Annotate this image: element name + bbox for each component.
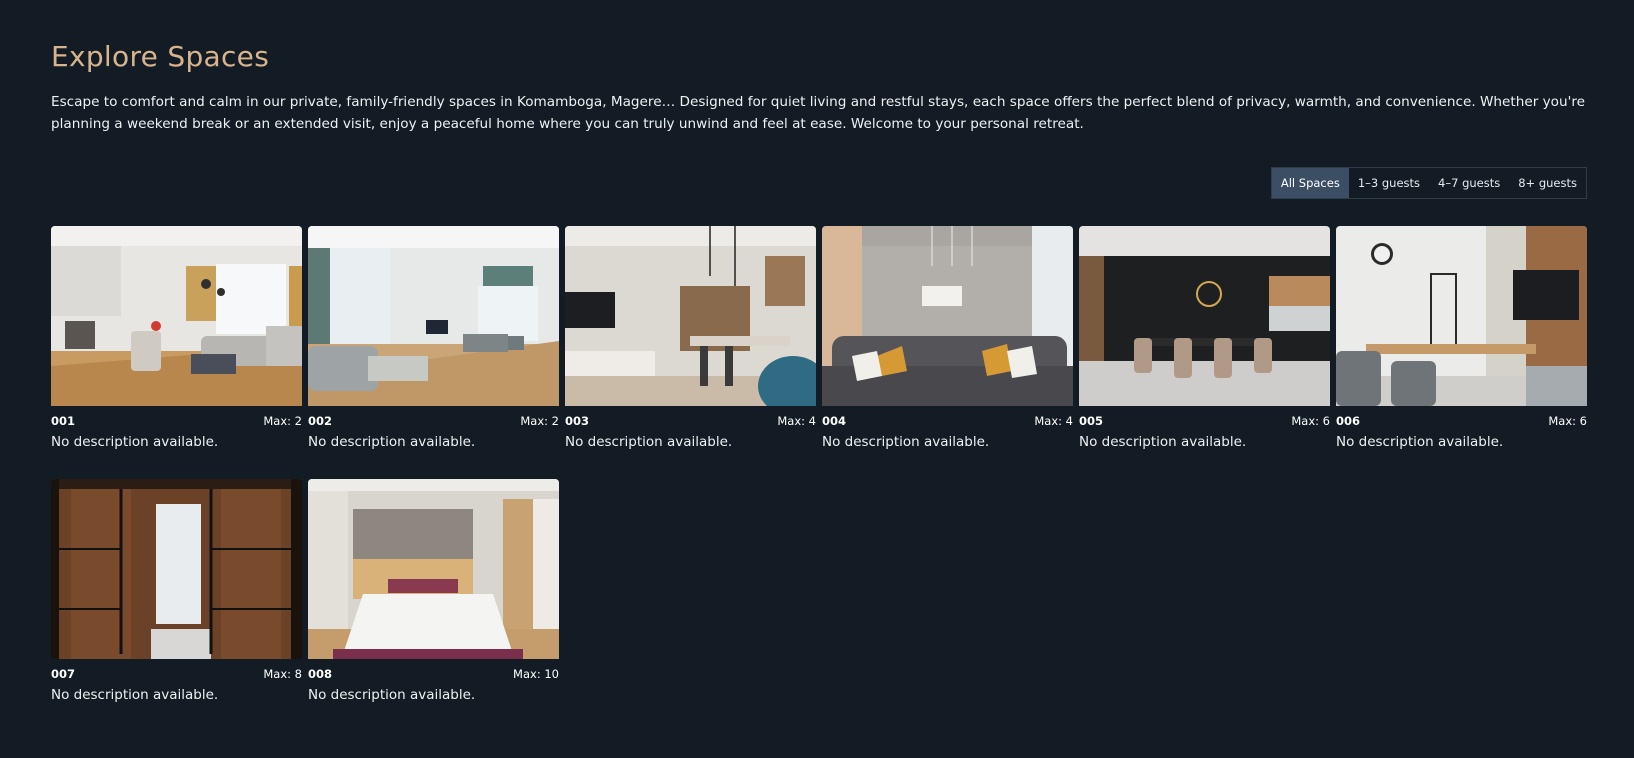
- space-max-guests: Max: 8: [263, 667, 302, 681]
- filter-4-7-guests-button[interactable]: 4–7 guests: [1429, 168, 1509, 198]
- space-card[interactable]: 002 Max: 2 No description available.: [308, 226, 559, 451]
- filter-8-plus-guests-button[interactable]: 8+ guests: [1509, 168, 1586, 198]
- space-meta: 002 Max: 2: [308, 414, 559, 428]
- space-meta: 001 Max: 2: [51, 414, 302, 428]
- space-photo[interactable]: [51, 479, 302, 659]
- space-id: 005: [1079, 414, 1104, 428]
- space-photo[interactable]: [1336, 226, 1587, 406]
- filter-all-spaces-button[interactable]: All Spaces: [1271, 168, 1349, 198]
- space-meta: 007 Max: 8: [51, 667, 302, 681]
- space-max-guests: Max: 2: [263, 414, 302, 428]
- space-max-guests: Max: 4: [1034, 414, 1073, 428]
- space-max-guests: Max: 6: [1291, 414, 1330, 428]
- space-card[interactable]: 005 Max: 6 No description available.: [1079, 226, 1330, 451]
- page-title: Explore Spaces: [51, 40, 270, 73]
- space-description: No description available.: [51, 687, 219, 703]
- space-card[interactable]: 008 Max: 10 No description available.: [308, 479, 559, 704]
- space-max-guests: Max: 4: [777, 414, 816, 428]
- space-meta: 006 Max: 6: [1336, 414, 1587, 428]
- space-photo[interactable]: [822, 226, 1073, 406]
- space-photo[interactable]: [308, 226, 559, 406]
- space-id: 003: [565, 414, 590, 428]
- space-photo[interactable]: [51, 226, 302, 406]
- space-meta: 004 Max: 4: [822, 414, 1073, 428]
- space-meta: 005 Max: 6: [1079, 414, 1330, 428]
- space-description: No description available.: [308, 434, 476, 450]
- space-id: 001: [51, 414, 76, 428]
- space-max-guests: Max: 10: [513, 667, 559, 681]
- space-max-guests: Max: 2: [520, 414, 559, 428]
- intro-text: Escape to comfort and calm in our privat…: [51, 94, 1586, 132]
- spaces-grid: 001 Max: 2 No description available. 002…: [51, 226, 1588, 704]
- space-id: 007: [51, 667, 76, 681]
- space-description: No description available.: [565, 434, 733, 450]
- space-max-guests: Max: 6: [1548, 414, 1587, 428]
- space-card[interactable]: 006 Max: 6 No description available.: [1336, 226, 1587, 451]
- space-id: 004: [822, 414, 847, 428]
- guest-filter-group: All Spaces 1–3 guests 4–7 guests 8+ gues…: [1270, 167, 1587, 199]
- filter-1-3-guests-button[interactable]: 1–3 guests: [1349, 168, 1429, 198]
- space-photo[interactable]: [308, 479, 559, 659]
- space-photo[interactable]: [565, 226, 816, 406]
- space-meta: 008 Max: 10: [308, 667, 559, 681]
- space-id: 002: [308, 414, 333, 428]
- space-description: No description available.: [1336, 434, 1504, 450]
- space-photo[interactable]: [1079, 226, 1330, 406]
- space-id: 006: [1336, 414, 1361, 428]
- page: Explore Spaces Escape to comfort and cal…: [0, 0, 1634, 758]
- space-id: 008: [308, 667, 333, 681]
- space-card[interactable]: 007 Max: 8 No description available.: [51, 479, 302, 704]
- space-description: No description available.: [1079, 434, 1247, 450]
- space-card[interactable]: 004 Max: 4 No description available.: [822, 226, 1073, 451]
- space-description: No description available.: [51, 434, 219, 450]
- space-description: No description available.: [822, 434, 990, 450]
- space-meta: 003 Max: 4: [565, 414, 816, 428]
- space-card[interactable]: 003 Max: 4 No description available.: [565, 226, 816, 451]
- space-description: No description available.: [308, 687, 476, 703]
- space-card[interactable]: 001 Max: 2 No description available.: [51, 226, 302, 451]
